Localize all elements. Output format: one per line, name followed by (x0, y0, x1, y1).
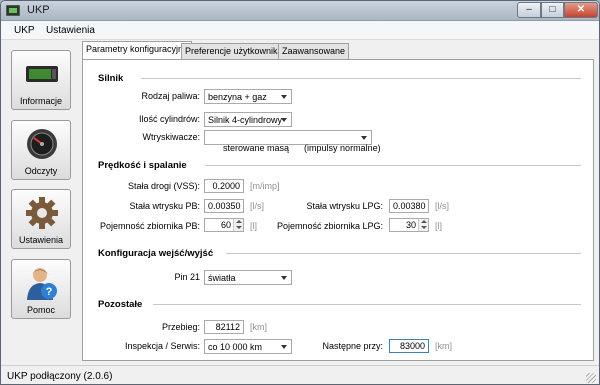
menu-ukp[interactable]: UKP (14, 25, 35, 36)
tank-pb-stepper[interactable]: 60 (204, 218, 244, 232)
tank-lpg-label: Pojemność zbiornika LPG: (276, 221, 383, 231)
pin21-select[interactable]: światła (204, 270, 292, 285)
sidebar-item-ustawienia[interactable]: Ustawienia (11, 189, 71, 249)
sidebar-item-odczyty[interactable]: Odczyty (11, 120, 71, 180)
divider (153, 304, 581, 305)
maximize-button[interactable]: □ (541, 2, 564, 18)
lpg-injection-unit: [l/s] (435, 201, 450, 211)
sidebar-item-pomoc[interactable]: ? Pomoc (11, 259, 71, 319)
sidebar-item-label: Informacje (19, 96, 63, 106)
pb-injection-unit: [l/s] (250, 201, 265, 211)
svg-text:?: ? (46, 286, 53, 298)
title-bar: UKP – □ ✕ (1, 1, 599, 21)
chevron-down-icon (281, 118, 287, 122)
divider (141, 78, 581, 79)
menu-ustawienia[interactable]: Ustawienia (46, 25, 95, 36)
tank-pb-label: Pojemność zbiornika PB: (99, 221, 200, 231)
next-service-unit: [km] (435, 341, 452, 351)
divider (205, 165, 581, 166)
device-icon (26, 66, 58, 82)
help-person-icon: ? (27, 268, 57, 300)
section-silnik: Silnik (98, 73, 124, 84)
sidebar-item-informacje[interactable]: Informacje (11, 50, 71, 110)
chevron-down-icon (281, 345, 287, 349)
injectors-label: Wtryskiwacze: (142, 132, 200, 142)
spin-arrows-icon[interactable] (233, 219, 243, 231)
pb-injection-field[interactable]: 0.00350 (204, 199, 244, 213)
section-pozostale: Pozostałe (98, 299, 143, 310)
pin21-label: Pin 21 (174, 272, 200, 282)
chevron-down-icon (281, 276, 287, 280)
sidebar-item-label: Ustawienia (18, 235, 64, 245)
mileage-label: Przebieg: (161, 322, 200, 332)
tank-pb-unit: [l] (250, 221, 258, 231)
status-bar: UKP podłączony (2.0.6) (1, 365, 599, 384)
pb-injection-label: Stała wtrysku PB: (129, 201, 200, 211)
sidebar-item-label: Odczyty (24, 166, 58, 176)
section-konfiguracja: Konfiguracja wejść/wyjść (98, 248, 214, 259)
tab-parametry[interactable]: Parametry konfiguracyjne (82, 41, 193, 60)
gear-icon (26, 197, 58, 229)
menu-bar: UKP Ustawienia (1, 21, 599, 40)
close-button[interactable]: ✕ (564, 2, 598, 18)
vss-unit: [m/imp] (250, 181, 280, 191)
injectors-select[interactable]: sterowane masą (impulsy normalne) (204, 130, 381, 153)
app-icon (6, 5, 20, 16)
spin-arrows-icon[interactable] (418, 219, 428, 231)
tank-lpg-unit: [l] (435, 221, 443, 231)
mileage-field[interactable]: 82112 (204, 320, 244, 334)
vss-field[interactable]: 0.2000 (204, 179, 244, 193)
window-title: UKP (27, 4, 50, 16)
section-predkosc: Prędkość i spalanie (98, 160, 187, 171)
tab-preferencje[interactable]: Preferencje użytkownika (181, 43, 287, 59)
tab-zaawansowane[interactable]: Zaawansowane (278, 43, 350, 59)
resize-grip-icon[interactable] (586, 373, 596, 383)
tank-lpg-stepper[interactable]: 30 (389, 218, 429, 232)
chevron-down-icon (361, 136, 367, 140)
cylinders-label: Ilość cylindrów: (138, 114, 200, 124)
gauge-icon (27, 129, 57, 159)
chevron-down-icon (281, 95, 287, 99)
next-service-field[interactable]: 83000 (389, 339, 429, 353)
config-panel: Silnik Rodzaj paliwa: benzyna + gaz Iloś… (82, 59, 594, 361)
connection-status: UKP podłączony (2.0.6) (7, 371, 113, 382)
fuel-select[interactable]: benzyna + gaz (204, 89, 292, 104)
service-label: Inspekcja / Serwis: (124, 341, 200, 351)
lpg-injection-label: Stała wtrysku LPG: (306, 201, 383, 211)
lpg-injection-field[interactable]: 0.00380 (389, 199, 429, 213)
service-interval-select[interactable]: co 10 000 km (204, 339, 292, 354)
sidebar-item-label: Pomoc (26, 305, 55, 315)
main-window: UKP – □ ✕ UKP Ustawienia Informacje Odcz… (0, 0, 600, 385)
cylinders-select[interactable]: Silnik 4-cylindrowy (204, 112, 292, 127)
vss-label: Stała drogi (VSS): (127, 181, 200, 191)
fuel-label: Rodzaj paliwa: (141, 91, 200, 101)
mileage-unit: [km] (250, 322, 267, 332)
divider (226, 253, 581, 254)
next-service-label: Następne przy: (322, 341, 383, 351)
minimize-button[interactable]: – (517, 2, 541, 18)
